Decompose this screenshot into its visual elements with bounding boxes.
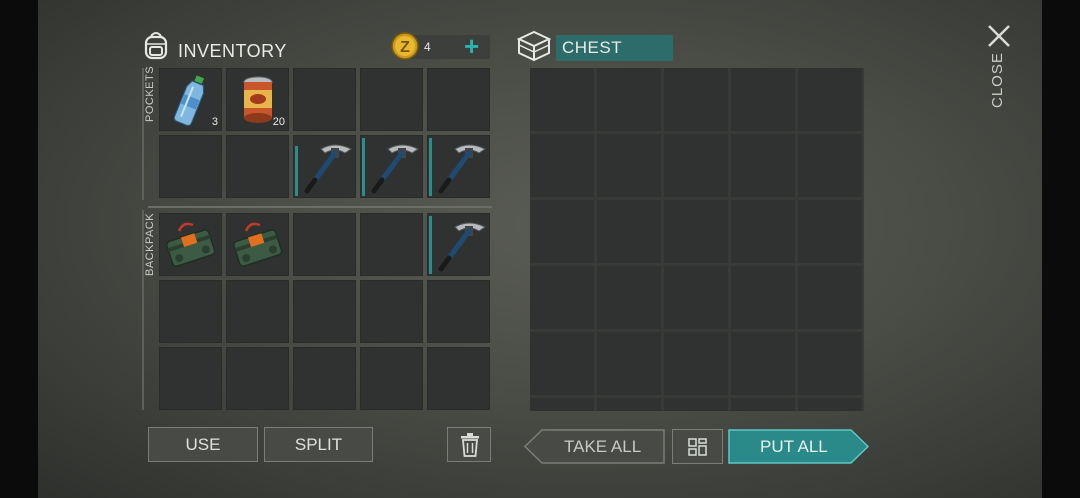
chest-slot[interactable] bbox=[664, 266, 728, 329]
take-all-label: TAKE ALL bbox=[564, 437, 642, 456]
backpack-slot[interactable] bbox=[159, 213, 222, 276]
pockets-divider-line bbox=[142, 68, 144, 200]
chest-icon bbox=[515, 29, 553, 62]
dynamite-pack-icon bbox=[232, 221, 284, 274]
trash-button[interactable] bbox=[447, 427, 491, 462]
backpack-icon bbox=[140, 29, 172, 61]
chest-slot[interactable] bbox=[798, 68, 862, 131]
backpack-divider-line bbox=[142, 210, 144, 410]
chest-slot[interactable] bbox=[798, 332, 862, 395]
plus-icon[interactable]: + bbox=[464, 33, 486, 60]
chest-slot[interactable] bbox=[664, 68, 728, 131]
chest-slot[interactable] bbox=[530, 266, 594, 329]
durability-bar bbox=[429, 138, 432, 196]
chest-slot[interactable] bbox=[731, 200, 795, 263]
chest-slot[interactable] bbox=[731, 266, 795, 329]
backpack-slot[interactable] bbox=[360, 280, 423, 343]
backpack-slot[interactable] bbox=[360, 347, 423, 410]
backpack-slot[interactable] bbox=[226, 347, 289, 410]
chest-slot[interactable] bbox=[530, 68, 594, 131]
water-bottle-icon bbox=[169, 73, 213, 132]
pockets-label: POCKETS bbox=[144, 65, 156, 122]
backpack-slot[interactable] bbox=[293, 347, 356, 410]
backpack-slot[interactable] bbox=[293, 280, 356, 343]
chest-slot[interactable] bbox=[530, 398, 594, 411]
chest-slot[interactable] bbox=[664, 332, 728, 395]
pocket-slot[interactable] bbox=[159, 135, 222, 198]
backpack-slot[interactable] bbox=[159, 280, 222, 343]
svg-text:Z: Z bbox=[400, 39, 410, 56]
trash-icon bbox=[459, 433, 481, 462]
durability-bar bbox=[295, 146, 298, 196]
chest-slot[interactable] bbox=[731, 332, 795, 395]
chest-slot[interactable] bbox=[664, 200, 728, 263]
chest-grid bbox=[530, 68, 864, 411]
pockets-separator bbox=[148, 206, 492, 208]
chest-slot[interactable] bbox=[597, 134, 661, 197]
chest-slot[interactable] bbox=[597, 398, 661, 411]
chest-slot[interactable] bbox=[731, 398, 795, 411]
pocket-slot[interactable] bbox=[293, 135, 356, 198]
backpack-slot[interactable] bbox=[226, 280, 289, 343]
pickaxe-icon bbox=[366, 139, 420, 200]
chest-slot[interactable] bbox=[530, 134, 594, 197]
inventory-title: INVENTORY bbox=[178, 41, 287, 61]
pickaxe-icon bbox=[433, 217, 487, 278]
close-label[interactable]: CLOSE bbox=[989, 52, 1006, 108]
pickaxe-icon bbox=[299, 139, 353, 200]
put-all-label: PUT ALL bbox=[760, 437, 828, 456]
chest-slot[interactable] bbox=[664, 398, 728, 411]
coin-icon: Z bbox=[390, 31, 420, 61]
durability-bar bbox=[429, 216, 432, 274]
backpack-slot[interactable] bbox=[427, 213, 490, 276]
chest-title: CHEST bbox=[562, 38, 623, 57]
pocket-slot[interactable]: 3 bbox=[159, 68, 222, 131]
chest-slot[interactable] bbox=[731, 134, 795, 197]
pickaxe-icon bbox=[433, 139, 487, 200]
chest-slot[interactable] bbox=[731, 68, 795, 131]
chest-slot[interactable] bbox=[798, 200, 862, 263]
pocket-slot[interactable] bbox=[427, 135, 490, 198]
use-button[interactable]: USE bbox=[148, 427, 258, 462]
split-button[interactable]: SPLIT bbox=[264, 427, 373, 462]
pocket-slot[interactable] bbox=[360, 135, 423, 198]
item-quantity: 3 bbox=[211, 116, 218, 128]
pocket-slot[interactable] bbox=[226, 135, 289, 198]
backpack-slot[interactable] bbox=[427, 347, 490, 410]
pocket-slot[interactable] bbox=[360, 68, 423, 131]
backpack-slot[interactable] bbox=[427, 280, 490, 343]
chest-slot[interactable] bbox=[597, 266, 661, 329]
dynamite-pack-icon bbox=[165, 221, 217, 274]
chest-slot[interactable] bbox=[530, 200, 594, 263]
pocket-slot[interactable]: 20 bbox=[226, 68, 289, 131]
sort-grid-icon bbox=[688, 438, 708, 461]
chest-slot[interactable] bbox=[597, 68, 661, 131]
item-quantity: 20 bbox=[272, 116, 285, 128]
backpack-label: BACKPACK bbox=[144, 212, 156, 276]
coin-count: 4 bbox=[424, 40, 431, 54]
chest-slot[interactable] bbox=[597, 332, 661, 395]
durability-bar bbox=[362, 138, 365, 196]
backpack-slot[interactable] bbox=[293, 213, 356, 276]
close-icon[interactable] bbox=[986, 23, 1012, 49]
chest-slot[interactable] bbox=[798, 266, 862, 329]
put-all-button[interactable]: PUT ALL bbox=[728, 429, 870, 464]
backpack-slot[interactable] bbox=[360, 213, 423, 276]
chest-slot[interactable] bbox=[597, 200, 661, 263]
sort-button[interactable] bbox=[672, 429, 723, 464]
backpack-slot[interactable] bbox=[226, 213, 289, 276]
take-all-button[interactable]: TAKE ALL bbox=[524, 429, 666, 464]
pocket-slot[interactable] bbox=[427, 68, 490, 131]
chest-slot[interactable] bbox=[798, 134, 862, 197]
chest-slot[interactable] bbox=[798, 398, 862, 411]
canned-food-icon bbox=[240, 76, 276, 129]
chest-slot[interactable] bbox=[530, 332, 594, 395]
backpack-slot[interactable] bbox=[159, 347, 222, 410]
chest-slot[interactable] bbox=[664, 134, 728, 197]
pocket-slot[interactable] bbox=[293, 68, 356, 131]
